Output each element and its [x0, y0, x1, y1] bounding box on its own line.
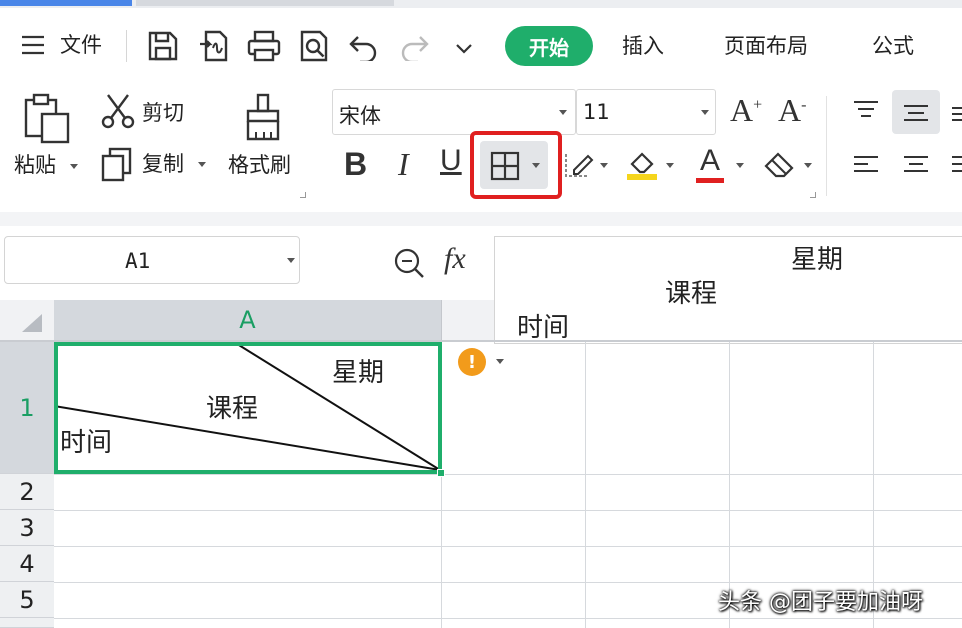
formula-line-2: 课程 — [665, 279, 718, 309]
copy-button[interactable]: 复制 — [142, 154, 184, 175]
name-box-value: A1 — [125, 249, 151, 273]
file-menu[interactable]: 文件 — [60, 35, 102, 56]
select-all-triangle-icon — [22, 314, 42, 332]
redo-icon[interactable] — [398, 31, 430, 65]
paste-button[interactable]: 粘贴 — [14, 155, 56, 176]
error-warning-icon[interactable]: ! — [458, 348, 486, 376]
row-header-6[interactable] — [0, 618, 54, 628]
font-launcher-icon[interactable] — [810, 192, 816, 198]
format-painter-button[interactable]: 格式刷 — [228, 155, 291, 176]
inactive-window-tab[interactable] — [136, 0, 394, 6]
fill-color-icon[interactable] — [624, 146, 660, 186]
zoom-search-icon[interactable] — [392, 246, 426, 284]
font-size-caret — [701, 110, 709, 115]
format-painter-icon[interactable] — [244, 92, 284, 148]
formula-line-3: 时间 — [517, 313, 570, 343]
column-header-filler — [442, 300, 494, 340]
decrease-font-size-icon[interactable]: A- — [778, 92, 806, 129]
hamburger-icon[interactable] — [20, 34, 46, 60]
bold-button[interactable]: B — [344, 146, 367, 183]
copy-icon[interactable] — [100, 146, 134, 186]
row-header-2[interactable]: 2 — [0, 474, 54, 510]
gridline — [54, 546, 962, 547]
error-options-caret[interactable] — [496, 359, 504, 364]
font-size-select[interactable]: 11 — [576, 89, 716, 135]
column-header-a[interactable]: A — [54, 300, 442, 340]
tab-formulas[interactable]: 公式 — [872, 36, 914, 57]
formula-line-1: 星期 — [791, 245, 844, 275]
tab-home[interactable]: 开始 — [505, 26, 593, 66]
name-box-caret — [287, 258, 295, 263]
fill-handle[interactable] — [437, 469, 445, 477]
font-color-swatch — [696, 178, 724, 183]
export-pdf-icon[interactable] — [198, 28, 232, 68]
cell-a1-selection[interactable] — [54, 342, 442, 474]
increase-font-size-icon[interactable]: A+ — [730, 92, 762, 129]
row-header-3[interactable]: 3 — [0, 510, 54, 546]
scissors-icon[interactable] — [100, 92, 136, 134]
font-name-select[interactable]: 宋体 — [332, 89, 576, 135]
gridline — [54, 474, 962, 475]
draw-border-icon[interactable] — [564, 150, 594, 184]
row-header-4[interactable]: 4 — [0, 546, 54, 582]
clear-format-icon[interactable] — [762, 148, 798, 184]
save-icon[interactable] — [146, 29, 180, 67]
align-bottom-icon[interactable] — [950, 102, 962, 128]
print-icon[interactable] — [246, 29, 282, 67]
copy-dropdown-caret[interactable] — [198, 162, 206, 167]
font-size-value: 11 — [583, 100, 610, 124]
align-top-icon[interactable] — [852, 100, 880, 126]
paste-dropdown-caret[interactable] — [70, 164, 78, 169]
formula-input[interactable]: 星期 课程 时间 — [494, 236, 962, 344]
menu-divider — [126, 30, 127, 62]
fill-color-caret[interactable] — [666, 163, 674, 168]
tab-insert[interactable]: 插入 — [622, 36, 664, 57]
font-color-button[interactable]: A — [700, 144, 720, 178]
font-name-caret — [559, 110, 567, 115]
row-header-1[interactable]: 1 — [0, 342, 54, 474]
print-preview-icon[interactable] — [298, 28, 332, 68]
align-right-icon[interactable] — [950, 154, 962, 182]
italic-button[interactable]: I — [398, 146, 409, 183]
watermark-text: 头条 @团子要加油呀 — [718, 590, 923, 615]
select-all-corner[interactable] — [0, 300, 54, 340]
cut-button[interactable]: 剪切 — [142, 103, 184, 124]
clipboard-launcher-icon[interactable] — [300, 192, 306, 198]
active-window-tab[interactable] — [0, 0, 132, 6]
gridline — [54, 582, 962, 583]
gridline — [54, 510, 962, 511]
highlight-annotation-box — [470, 131, 562, 199]
draw-border-caret[interactable] — [600, 163, 608, 168]
gridline — [54, 618, 962, 619]
window-tab-strip — [0, 0, 962, 8]
name-box[interactable]: A1 — [4, 236, 300, 284]
align-center-icon[interactable] — [902, 154, 930, 182]
tab-page-layout[interactable]: 页面布局 — [724, 36, 808, 57]
ribbon-divider — [826, 96, 827, 196]
row-header-5[interactable]: 5 — [0, 582, 54, 618]
insert-function-button[interactable]: fx — [444, 242, 466, 276]
underline-button[interactable]: U — [440, 144, 462, 178]
ribbon-bottom-band — [0, 212, 962, 226]
clear-format-caret[interactable] — [804, 163, 812, 168]
undo-icon[interactable] — [348, 31, 380, 65]
gridline — [585, 342, 586, 628]
paste-icon[interactable] — [22, 92, 72, 148]
align-middle-button[interactable] — [892, 90, 940, 134]
font-name-value: 宋体 — [339, 104, 381, 128]
quick-access-dropdown-icon[interactable] — [455, 40, 473, 59]
font-color-caret[interactable] — [736, 163, 744, 168]
align-middle-icon — [904, 105, 928, 121]
align-left-icon[interactable] — [852, 154, 880, 182]
